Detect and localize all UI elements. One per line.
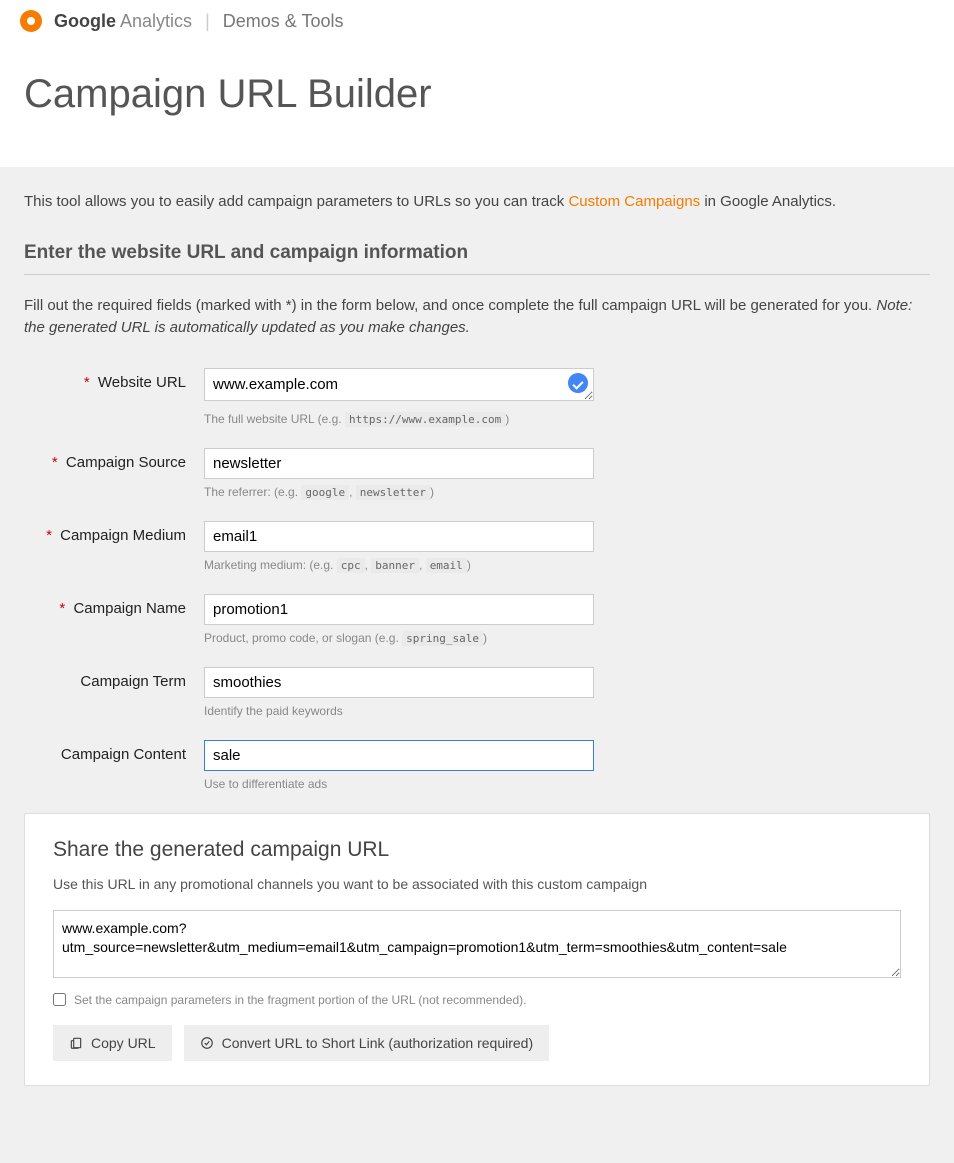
clipboard-icon bbox=[69, 1036, 83, 1050]
fragment-checkbox[interactable] bbox=[53, 993, 66, 1006]
row-campaign-content: Campaign Content Use to differentiate ad… bbox=[24, 740, 930, 791]
hint-campaign-name: Product, promo code, or slogan (e.g. spr… bbox=[204, 631, 594, 645]
instructions: Fill out the required fields (marked wit… bbox=[24, 295, 930, 340]
brand-separator: | bbox=[205, 11, 210, 31]
label-campaign-term: Campaign Term bbox=[24, 667, 204, 718]
row-campaign-medium: * Campaign Medium Marketing medium: (e.g… bbox=[24, 521, 930, 572]
valid-check-icon bbox=[568, 373, 588, 393]
label-campaign-content: Campaign Content bbox=[24, 740, 204, 791]
required-asterisk: * bbox=[84, 374, 90, 391]
content-area: This tool allows you to easily add campa… bbox=[0, 167, 954, 1110]
required-asterisk: * bbox=[59, 600, 65, 617]
generated-url-textarea[interactable]: www.example.com?utm_source=newsletter&ut… bbox=[53, 910, 901, 978]
brand-analytics: Analytics bbox=[116, 11, 192, 31]
label-campaign-source: * Campaign Source bbox=[24, 448, 204, 499]
hint-campaign-source: The referrer: (e.g. google, newsletter) bbox=[204, 485, 594, 499]
brand-text: Google Analytics | Demos & Tools bbox=[54, 11, 343, 32]
share-subheading: Use this URL in any promotional channels… bbox=[53, 876, 901, 892]
website-url-input[interactable]: www.example.com bbox=[204, 368, 594, 401]
row-campaign-term: Campaign Term Identify the paid keywords bbox=[24, 667, 930, 718]
instructions-plain: Fill out the required fields (marked wit… bbox=[24, 297, 876, 314]
convert-icon bbox=[200, 1036, 214, 1050]
title-area: Campaign URL Builder bbox=[0, 42, 954, 167]
copy-url-button[interactable]: Copy URL bbox=[53, 1025, 172, 1061]
intro-suffix: in Google Analytics. bbox=[700, 193, 836, 210]
label-campaign-name: * Campaign Name bbox=[24, 594, 204, 645]
hint-campaign-medium: Marketing medium: (e.g. cpc, banner, ema… bbox=[204, 558, 594, 572]
hint-campaign-content: Use to differentiate ads bbox=[204, 777, 594, 791]
label-website-url: * Website URL bbox=[24, 368, 204, 426]
row-campaign-name: * Campaign Name Product, promo code, or … bbox=[24, 594, 930, 645]
page-title: Campaign URL Builder bbox=[24, 72, 930, 117]
fragment-checkbox-row[interactable]: Set the campaign parameters in the fragm… bbox=[53, 993, 901, 1007]
campaign-source-input[interactable] bbox=[204, 448, 594, 479]
shorten-url-button[interactable]: Convert URL to Short Link (authorization… bbox=[184, 1025, 550, 1061]
required-asterisk: * bbox=[52, 454, 58, 471]
fragment-checkbox-label: Set the campaign parameters in the fragm… bbox=[74, 993, 526, 1007]
campaign-name-input[interactable] bbox=[204, 594, 594, 625]
campaign-medium-input[interactable] bbox=[204, 521, 594, 552]
brand-google: Google bbox=[54, 11, 116, 31]
campaign-term-input[interactable] bbox=[204, 667, 594, 698]
required-asterisk: * bbox=[46, 527, 52, 544]
header-bar: Google Analytics | Demos & Tools bbox=[0, 0, 954, 42]
share-box: Share the generated campaign URL Use thi… bbox=[24, 813, 930, 1086]
intro-text: This tool allows you to easily add campa… bbox=[24, 191, 930, 214]
custom-campaigns-link[interactable]: Custom Campaigns bbox=[568, 193, 700, 210]
share-heading: Share the generated campaign URL bbox=[53, 838, 901, 862]
intro-prefix: This tool allows you to easily add campa… bbox=[24, 193, 568, 210]
form-heading: Enter the website URL and campaign infor… bbox=[24, 242, 930, 275]
hint-campaign-term: Identify the paid keywords bbox=[204, 704, 594, 718]
ga-logo-icon bbox=[20, 10, 42, 32]
row-campaign-source: * Campaign Source The referrer: (e.g. go… bbox=[24, 448, 930, 499]
hint-website-url: The full website URL (e.g. https://www.e… bbox=[204, 412, 594, 426]
row-website-url: * Website URL www.example.com The full w… bbox=[24, 368, 930, 426]
brand-section: Demos & Tools bbox=[223, 11, 344, 31]
label-campaign-medium: * Campaign Medium bbox=[24, 521, 204, 572]
campaign-content-input[interactable] bbox=[204, 740, 594, 771]
